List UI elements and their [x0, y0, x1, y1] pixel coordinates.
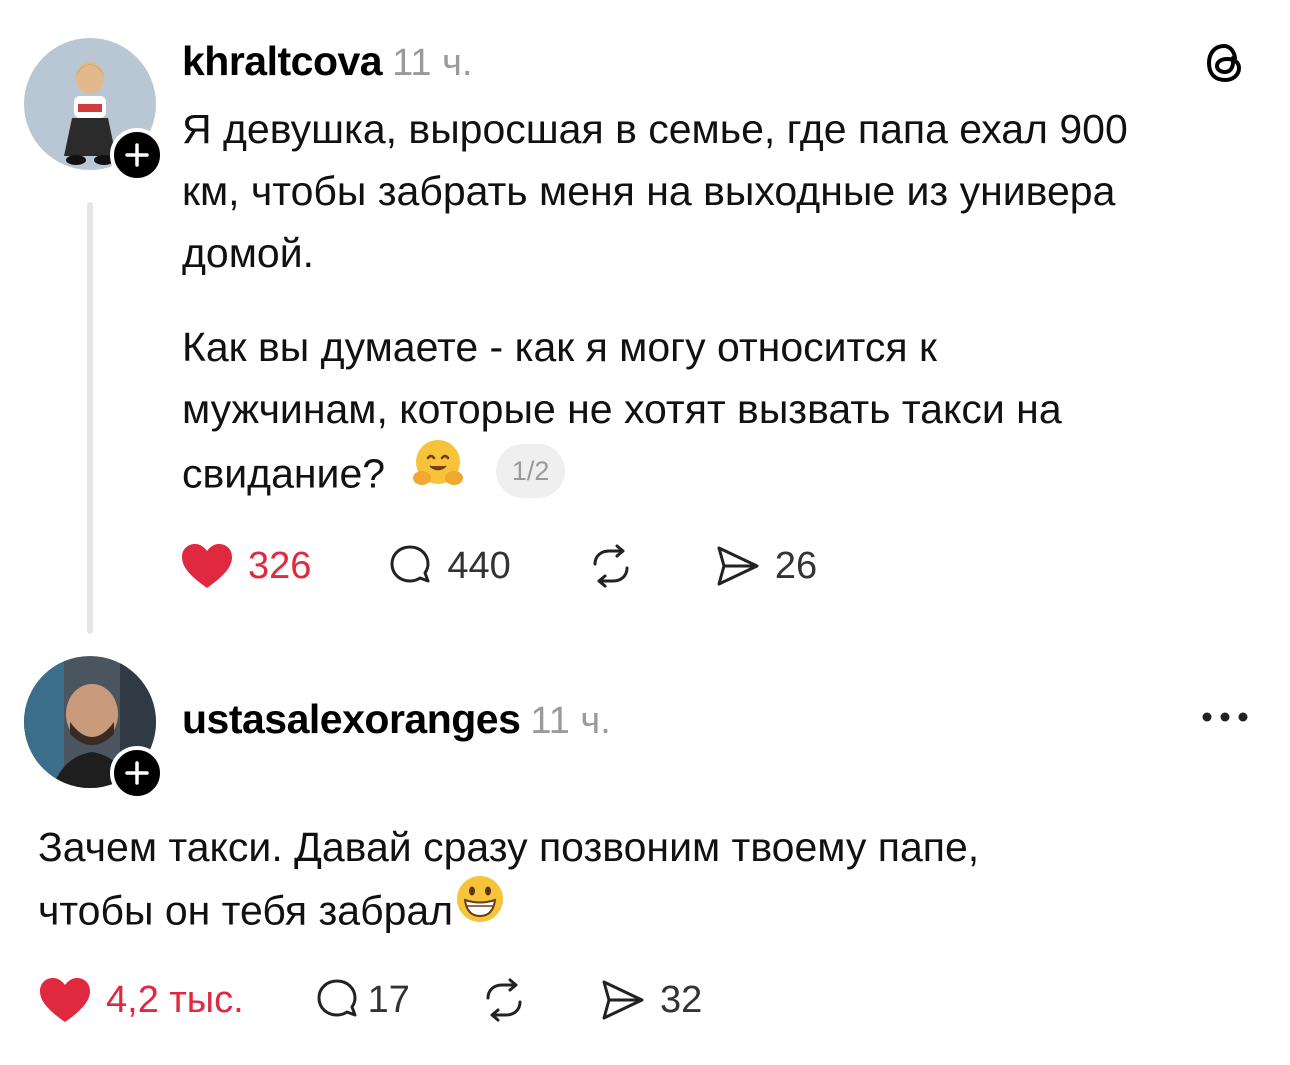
comment-bubble-icon — [317, 979, 357, 1017]
post-line: домой. — [182, 230, 315, 276]
grinning-face-emoji — [453, 872, 507, 943]
timestamp: 11 ч. — [392, 42, 473, 84]
reply-count: 440 — [447, 544, 511, 587]
send-icon — [602, 980, 644, 1020]
repost-icon — [486, 978, 522, 1022]
follow-plus-button[interactable] — [110, 746, 164, 800]
reply-actions: 4,2 тыс. 17 32 — [38, 974, 702, 1026]
reply-count: 17 — [367, 978, 410, 1021]
username[interactable]: ustasalexoranges — [182, 696, 521, 743]
share-count: 26 — [774, 544, 818, 587]
plus-icon — [125, 761, 149, 785]
plus-icon — [125, 143, 149, 167]
post-line: свидание? — [182, 450, 386, 497]
like-button[interactable]: 326 — [180, 542, 311, 590]
post-header: khraltcova 11 ч. — [182, 38, 472, 84]
post-line: км, чтобы забрать меня на выходные из ун… — [182, 168, 1116, 214]
post-paragraph-1: Я девушка, выросшая в семье, где папа ех… — [182, 98, 1128, 284]
like-count: 4,2 тыс. — [106, 978, 244, 1021]
threads-logo-icon[interactable] — [1200, 38, 1250, 93]
post-line-with-emoji: свидание? 1/2 — [182, 440, 1062, 513]
repost-button[interactable] — [587, 544, 635, 588]
post-line: мужчинам, которые не хотят вызвать такси… — [182, 386, 1062, 432]
post-line: Я девушка, выросшая в семье, где папа ех… — [182, 106, 1128, 152]
reply-line-with-emoji: чтобы он тебя забрал — [38, 876, 979, 949]
repost-button[interactable] — [480, 978, 528, 1022]
reply-text: Зачем такси. Давай сразу позвоним твоему… — [38, 816, 979, 949]
reply-line: чтобы он тебя забрал — [38, 887, 454, 934]
reply-header: ustasalexoranges 11 ч. — [182, 696, 611, 742]
share-button[interactable]: 32 — [600, 978, 702, 1022]
share-button[interactable]: 26 — [715, 544, 817, 588]
more-options-icon[interactable] — [1198, 702, 1252, 737]
like-count: 326 — [248, 544, 312, 587]
reply-button[interactable]: 440 — [387, 543, 511, 589]
share-count: 32 — [659, 978, 703, 1021]
post-actions: 326 440 26 — [180, 540, 817, 592]
heart-filled-icon — [182, 544, 232, 588]
timestamp: 11 ч. — [530, 700, 611, 742]
page-indicator[interactable]: 1/2 — [495, 443, 566, 498]
post-line: Как вы думаете - как я могу относится к — [182, 324, 937, 370]
reply-line: Зачем такси. Давай сразу позвоним твоему… — [38, 824, 980, 870]
post-paragraph-2: Как вы думаете - как я могу относится к … — [182, 316, 1062, 513]
repost-icon — [593, 544, 629, 588]
comment-bubble-icon — [390, 545, 430, 583]
username[interactable]: khraltcova — [182, 38, 383, 85]
thread-line — [87, 202, 93, 634]
reply-button[interactable]: 17 — [314, 977, 410, 1023]
heart-filled-icon — [40, 978, 90, 1022]
like-button[interactable]: 4,2 тыс. — [38, 976, 244, 1024]
send-icon — [717, 546, 759, 586]
hugging-face-emoji — [410, 436, 466, 509]
follow-plus-button[interactable] — [110, 128, 164, 182]
